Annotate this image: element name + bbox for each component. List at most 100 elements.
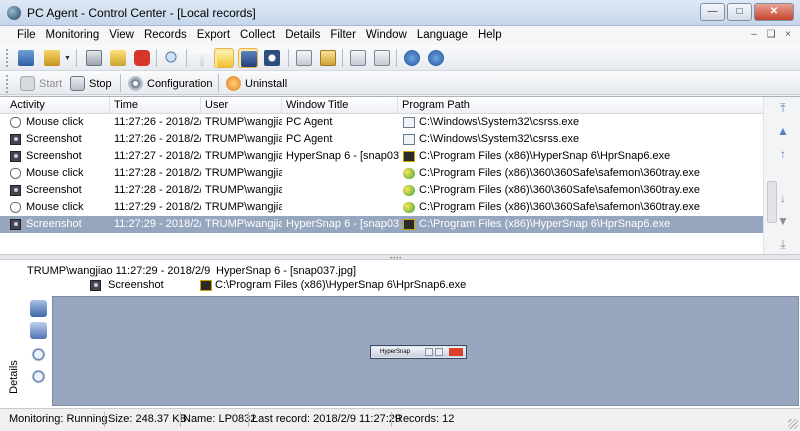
status-separator (104, 412, 105, 427)
minimize-button[interactable]: — (700, 3, 725, 21)
toolbar-grip[interactable] (6, 75, 9, 93)
configuration-button[interactable]: Configuration (128, 74, 212, 93)
start-button[interactable]: Start (20, 74, 62, 93)
copy-icon[interactable] (30, 322, 47, 339)
table-row[interactable]: Mouse click 11:27:26 - 2018/2/9 TRUMP\wang… (0, 114, 763, 131)
menu-records[interactable]: Records (139, 26, 192, 45)
table-row[interactable]: Screenshot 11:27:29 - 2018/2/9 TRUMP\wangj… (0, 216, 763, 233)
zoom-out-icon[interactable] (30, 368, 47, 385)
menu-window[interactable]: Window (361, 26, 412, 45)
lock-button[interactable] (108, 48, 128, 68)
table-row[interactable]: Screenshot 11:27:27 - 2018/2/9 TRUMP\wangj… (0, 148, 763, 165)
cell-activity: Screenshot (26, 150, 82, 162)
search-button[interactable] (162, 48, 182, 68)
window-tile-button[interactable] (372, 48, 392, 68)
maximize-button[interactable]: □ (727, 3, 752, 21)
cell-user: TRUMP\wangjiao (205, 201, 282, 213)
details-side-tab[interactable]: Details (8, 348, 20, 406)
column-activity[interactable]: Activity (6, 97, 110, 114)
detail-user-time: TRUMP\wangjiao 11:27:29 - 2018/2/9 (27, 265, 211, 277)
cell-activity: Screenshot (26, 218, 82, 230)
menu-collect[interactable]: Collect (235, 26, 280, 45)
help-button[interactable] (402, 48, 422, 68)
menu-language[interactable]: Language (412, 26, 473, 45)
details-toggle-button[interactable] (238, 48, 258, 68)
bulb-icon (217, 51, 233, 67)
screenshot-thumbnail: HyperSnap (370, 345, 467, 359)
status-bar: Monitoring: Running Size: 248.37 KB Name… (0, 408, 800, 431)
scroll-top-icon[interactable]: ⤒ (776, 101, 790, 115)
snapshot-button[interactable] (262, 48, 282, 68)
camera-icon (264, 50, 280, 66)
scroll-bottom-icon[interactable]: ⤓ (776, 237, 790, 251)
menu-monitoring[interactable]: Monitoring (41, 26, 105, 45)
stop-button[interactable]: Stop (70, 74, 112, 93)
360-icon (403, 202, 415, 213)
toolbar-separator (120, 74, 121, 92)
mdi-minimize-button[interactable]: – (748, 29, 760, 41)
vertical-scrollbar[interactable]: ⤒ ▲ ↑ ↓ ▼ ⤓ (763, 97, 800, 255)
toolbar-grip[interactable] (6, 49, 9, 67)
folder-icon (44, 50, 60, 66)
window-list-button[interactable] (348, 48, 368, 68)
lock-icon (110, 50, 126, 66)
menu-details[interactable]: Details (280, 26, 325, 45)
scroll-down-icon[interactable]: ↓ (776, 191, 790, 205)
zoom-in-icon[interactable] (30, 346, 47, 363)
table-row[interactable]: Screenshot 11:27:28 - 2018/2/9 TRUMP\wangj… (0, 182, 763, 199)
about-button[interactable] (426, 48, 446, 68)
column-window-title[interactable]: Window Title (282, 97, 398, 114)
cell-user: TRUMP\wangjiao (205, 133, 282, 145)
column-user[interactable]: User (201, 97, 282, 114)
toolbar-separator (76, 49, 77, 67)
start-label: Start (39, 77, 63, 90)
connect-computer-button[interactable] (16, 48, 36, 68)
status-last-record: Last record: 2018/2/9 11:27:29 (252, 413, 402, 425)
save-records-button[interactable] (84, 48, 104, 68)
details-icon (241, 51, 257, 67)
thumbnail-minimize-icon (425, 348, 433, 356)
camera-icon (10, 134, 21, 145)
menu-view[interactable]: View (104, 26, 139, 45)
toolbar-separator (288, 49, 289, 67)
toolbar-separator (342, 49, 343, 67)
menu-filter[interactable]: Filter (325, 26, 361, 45)
cell-window-title (286, 165, 400, 182)
resize-grip[interactable] (788, 419, 798, 429)
table-row[interactable]: Screenshot 11:27:26 - 2018/2/9 TRUMP\wangj… (0, 131, 763, 148)
scroll-page-up-icon[interactable]: ▲ (776, 124, 790, 138)
export-button[interactable] (294, 48, 314, 68)
cell-time: 11:27:29 - 2018/2/9 (114, 201, 201, 213)
menu-help[interactable]: Help (473, 26, 507, 45)
mdi-restore-button[interactable]: ❏ (765, 29, 777, 41)
detail-window-title: HyperSnap 6 - [snap037.jpg] (216, 265, 357, 277)
scroll-page-down-icon[interactable]: ▼ (776, 214, 790, 228)
menu-file[interactable]: File (12, 26, 41, 45)
filter-button[interactable] (192, 48, 212, 68)
window-icon (403, 117, 415, 128)
cell-activity: Screenshot (26, 133, 82, 145)
toolbar-separator (156, 49, 157, 67)
collect-button[interactable] (318, 48, 338, 68)
scroll-up-icon[interactable]: ↑ (776, 147, 790, 161)
mdi-controls: – ❏ × (748, 29, 794, 41)
power-button[interactable] (132, 48, 152, 68)
thumbnail-maximize-icon (435, 348, 443, 356)
mdi-close-button[interactable]: × (782, 29, 794, 41)
highlight-button[interactable] (214, 48, 234, 68)
cell-user: TRUMP\wangjiao (205, 218, 282, 230)
close-button[interactable]: ✕ (754, 3, 794, 21)
cell-time: 11:27:26 - 2018/2/9 (114, 116, 201, 128)
play-icon (20, 76, 35, 91)
table-row[interactable]: Mouse click 11:27:29 - 2018/2/9 TRUMP\wang… (0, 199, 763, 216)
open-records-dropdown[interactable]: ▼ (62, 48, 72, 68)
table-row[interactable]: Mouse click 11:27:28 - 2018/2/9 TRUMP\wang… (0, 165, 763, 182)
camera-icon (10, 219, 21, 230)
cell-program-path: C:\Program Files (x86)\HyperSnap 6\HprSn… (419, 218, 671, 230)
save-icon[interactable] (30, 300, 47, 317)
open-records-button[interactable] (42, 48, 62, 68)
column-time[interactable]: Time (110, 97, 201, 114)
uninstall-button[interactable]: Uninstall (226, 74, 287, 93)
column-program-path[interactable]: Program Path (398, 97, 763, 114)
menu-export[interactable]: Export (192, 26, 235, 45)
